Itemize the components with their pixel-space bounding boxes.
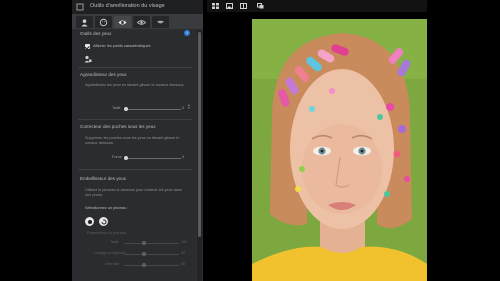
opacity-label: Intensité [105, 262, 120, 266]
divider [78, 119, 192, 120]
eye-enlarger-description: Agrandissez les yeux en faisant glisser … [85, 83, 185, 87]
show-points-checkbox[interactable] [85, 44, 90, 49]
softness-value: 50 [181, 251, 186, 255]
panel-scrollbar[interactable] [197, 30, 202, 281]
fullscreen-icon[interactable] [257, 3, 264, 9]
tab-mouth[interactable] [152, 16, 169, 28]
panel-titlebar[interactable]: Outils d'amélioration du visage [72, 0, 203, 15]
brush-settings-label: Paramètres du pinceau [87, 231, 127, 235]
strength-slider-label: Force [112, 155, 122, 159]
size-slider-knob[interactable] [124, 107, 128, 111]
brush-size-knob[interactable] [142, 241, 146, 245]
tab-portrait[interactable] [76, 16, 93, 28]
portrait-photo [252, 19, 427, 281]
size-slider-label: Taille [112, 106, 121, 110]
face-points-icon[interactable] [84, 55, 92, 63]
info-icon[interactable]: i [184, 30, 190, 36]
tool-tabs [72, 15, 203, 29]
eye-bags-heading: Correcteur des poches sous les yeux [80, 124, 156, 129]
face-tools-panel: Outils d'amélioration du visage Outils d… [72, 0, 203, 281]
brush-add-button[interactable] [85, 217, 94, 226]
eye-icon [118, 19, 127, 25]
opacity-knob[interactable] [142, 263, 146, 267]
eye-enlarger-heading: Agrandisseur des yeux [80, 72, 127, 77]
softness-label: Lissage progressif [94, 251, 125, 255]
brush-icon [87, 219, 92, 224]
eyes-tools-heading: Outils des yeux [80, 31, 112, 36]
strength-slider-value: 0 [182, 155, 185, 159]
opacity-value: 50 [181, 262, 186, 266]
photo-canvas[interactable] [252, 19, 427, 281]
face-icon [99, 18, 108, 26]
mouth-icon [156, 20, 165, 23]
softness-track[interactable] [124, 254, 179, 255]
size-spinner[interactable]: ▴ ▾ [188, 103, 190, 110]
strength-slider-knob[interactable] [124, 156, 128, 160]
scrollbar-thumb[interactable] [198, 32, 201, 237]
image-view-icon[interactable] [226, 3, 233, 9]
pin-icon[interactable] [76, 3, 84, 11]
brush-erase-button[interactable] [99, 217, 108, 226]
brush-prompt: Sélectionnez un pinceau : [85, 206, 129, 210]
eye-bags-description: Supprimer les poches sous les yeux en fa… [85, 136, 180, 145]
grid-view-icon[interactable] [212, 3, 219, 9]
divider [78, 67, 192, 68]
brush-size-value: 100 [181, 240, 188, 244]
size-slider-value: 0 [182, 106, 185, 110]
tab-eye-outline[interactable] [133, 16, 150, 28]
strength-slider-track[interactable] [124, 158, 181, 159]
brush-size-label: Taille [110, 240, 119, 244]
eye-brightener-description: Utilisez le pinceau ci-dessous pour écla… [85, 188, 182, 197]
divider [78, 169, 192, 170]
panel-title: Outils d'amélioration du visage [90, 3, 165, 9]
tab-face[interactable] [95, 16, 112, 28]
show-points-label: Afficher les points caractéristiques [93, 44, 151, 48]
tab-eyes[interactable] [114, 16, 131, 28]
softness-knob[interactable] [142, 252, 146, 256]
brush-size-track[interactable] [124, 243, 179, 244]
portrait-icon [81, 18, 88, 27]
eye-outline-icon [137, 19, 146, 25]
size-slider-track[interactable] [124, 109, 181, 110]
view-toolbar [207, 0, 427, 12]
eraser-icon [101, 218, 106, 224]
eye-brightener-heading: Embellisseur des yeux [80, 176, 126, 181]
opacity-track[interactable] [124, 265, 179, 266]
compare-view-icon[interactable] [240, 3, 247, 9]
